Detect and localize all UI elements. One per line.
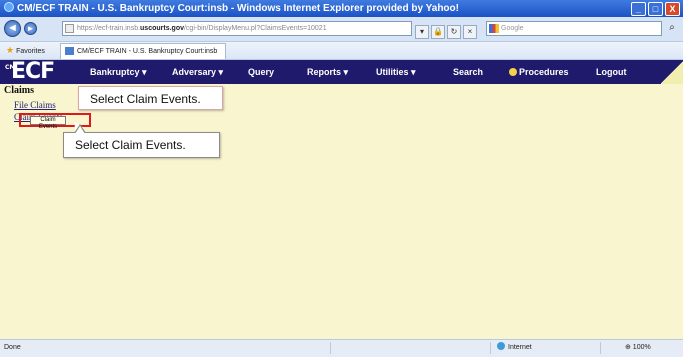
page-icon <box>65 24 74 33</box>
ecf-menu-bar: CMECF Bankruptcy ▾ Adversary ▾ Query Rep… <box>0 60 683 84</box>
menu-adversary[interactable]: Adversary ▾ <box>172 60 223 84</box>
status-divider <box>490 342 491 354</box>
menu-search[interactable]: Search <box>453 60 483 84</box>
menu-reports[interactable]: Reports ▾ <box>307 60 348 84</box>
lock-icon[interactable]: 🔒 <box>431 25 445 39</box>
address-tools: ▾ 🔒 ↻ × <box>415 21 479 39</box>
security-zone: Internet <box>497 340 532 356</box>
tab-page-icon <box>65 47 74 55</box>
window-titlebar: CM/ECF TRAIN - U.S. Bankruptcy Court:ins… <box>0 0 683 17</box>
status-bar: Done Internet ⊕ 100% <box>0 339 683 357</box>
callout-text: Select Claim Events. <box>75 138 186 152</box>
address-prefix: https://ecf-train.insb. <box>77 25 141 32</box>
menu-bankruptcy[interactable]: Bankruptcy ▾ <box>90 60 147 84</box>
search-input[interactable]: Google <box>486 21 662 36</box>
address-toolbar: ◄ ► https://ecf-train.insb.uscourts.gov/… <box>0 17 683 42</box>
maximize-button[interactable]: □ <box>648 2 663 16</box>
instruction-callout-top: Select Claim Events. <box>78 86 223 110</box>
info-icon <box>509 68 517 76</box>
back-button[interactable]: ◄ <box>4 20 21 37</box>
file-claims-link[interactable]: File Claims <box>14 100 56 110</box>
favorites-star-icon[interactable]: ★ <box>6 42 14 59</box>
status-divider <box>330 342 331 354</box>
menu-utilities[interactable]: Utilities ▾ <box>376 60 416 84</box>
address-suffix: /cgi-bin/DisplayMenu.pl?ClaimsEvents=100… <box>183 25 327 32</box>
minimize-button[interactable]: _ <box>631 2 646 16</box>
globe-icon <box>497 342 505 350</box>
status-text: Done <box>4 344 21 351</box>
window-controls: _ □ X <box>629 1 680 16</box>
zone-label: Internet <box>508 344 532 351</box>
zoom-control[interactable]: ⊕ 100% <box>625 340 651 356</box>
callout-pointer-fill <box>75 126 85 134</box>
menu-procedures-label: Procedures <box>519 67 569 77</box>
dropdown-icon[interactable]: ▾ <box>415 25 429 39</box>
favorites-bar: ★ Favorites CM/ECF TRAIN - U.S. Bankruptc… <box>0 42 683 60</box>
tab-title: CM/ECF TRAIN - U.S. Bankruptcy Court:ins… <box>77 48 218 55</box>
page-title: Claims <box>4 85 34 96</box>
browser-tab[interactable]: CM/ECF TRAIN - U.S. Bankruptcy Court:ins… <box>60 43 227 59</box>
page-content: Claims File Claims Claim Events Claim Ev… <box>0 84 683 339</box>
favorites-button[interactable]: Favorites <box>16 48 45 55</box>
logo-text: ECF <box>11 59 55 84</box>
search-icon[interactable]: ⌕ <box>664 21 680 36</box>
menu-logout[interactable]: Logout <box>596 60 627 84</box>
ie-icon <box>4 2 14 12</box>
status-divider <box>600 342 601 354</box>
instruction-callout-bottom: Select Claim Events. <box>63 124 220 158</box>
google-icon <box>489 24 499 33</box>
link-tooltip: Claim Events <box>30 116 66 130</box>
menu-procedures[interactable]: Procedures <box>509 60 569 84</box>
window-title: CM/ECF TRAIN - U.S. Bankruptcy Court:ins… <box>17 3 459 14</box>
page-curl-icon <box>661 60 683 84</box>
address-domain: uscourts.gov <box>140 25 184 32</box>
forward-button[interactable]: ► <box>24 22 37 35</box>
refresh-icon[interactable]: ↻ <box>447 25 461 39</box>
stop-icon[interactable]: × <box>463 25 477 39</box>
search-placeholder: Google <box>501 25 524 32</box>
ecf-logo: CMECF <box>5 59 55 84</box>
address-bar[interactable]: https://ecf-train.insb.uscourts.gov/cgi-… <box>62 21 412 36</box>
menu-query[interactable]: Query <box>248 60 274 84</box>
close-button[interactable]: X <box>665 2 680 16</box>
